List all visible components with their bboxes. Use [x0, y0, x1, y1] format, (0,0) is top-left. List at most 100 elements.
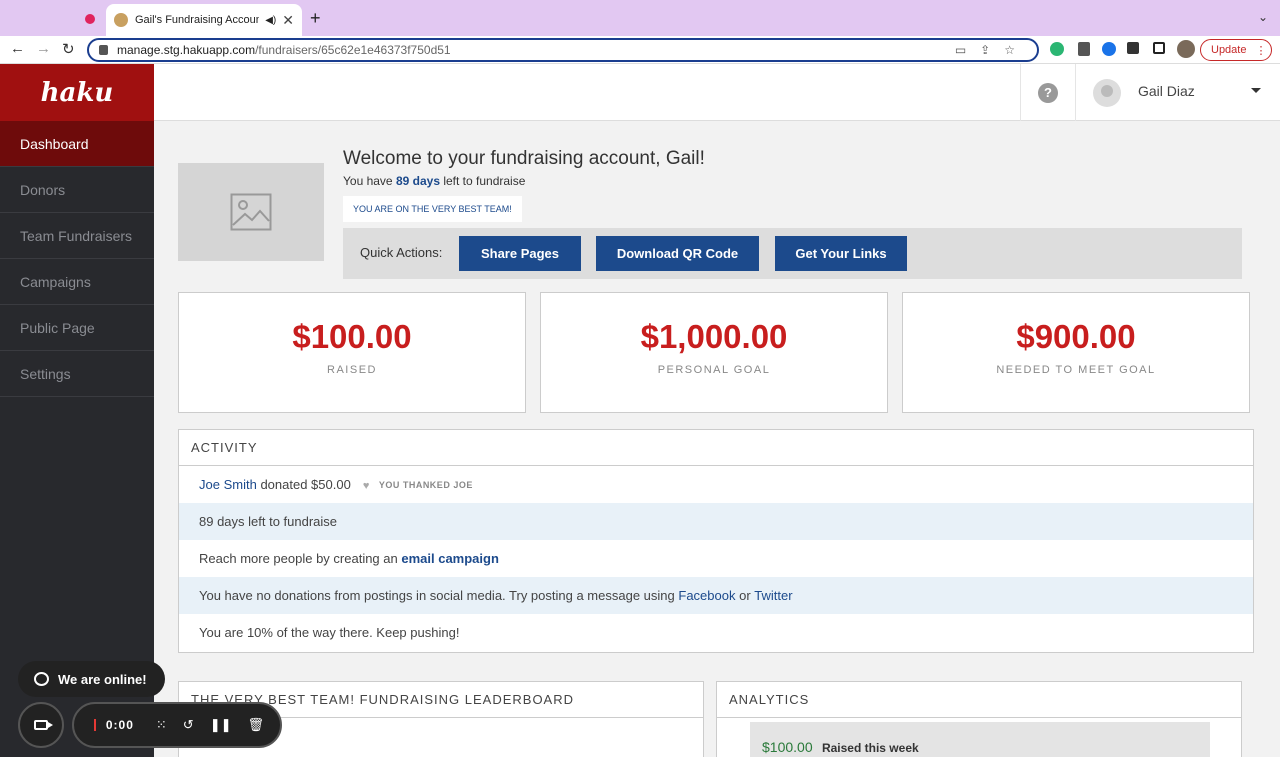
analytics-label: Raised this week	[821, 741, 919, 755]
stat-label: PERSONAL GOAL	[657, 364, 771, 376]
team-badge[interactable]: YOU ARE ON THE VERY BEST TEAM!	[343, 196, 522, 222]
sidebar-item-donors[interactable]: Donors	[0, 167, 154, 213]
quick-actions-bar: Quick Actions: Share Pages Download QR C…	[343, 228, 1242, 279]
heart-icon: ♥	[362, 479, 370, 492]
activity-row-donation: Joe Smith donated $50.00 ♥ YOU THANKED J…	[179, 466, 1253, 503]
days-suffix: left to fundraise	[443, 174, 526, 188]
grid-dots-icon[interactable]: ⁙	[156, 717, 167, 733]
recording-controls: 0:00 ⁙ ↺ ❚❚ 🗑	[72, 702, 282, 748]
twitter-link[interactable]: Twitter	[754, 588, 792, 603]
profile-image-placeholder[interactable]	[178, 163, 324, 261]
activity-row-progress: You are 10% of the way there. Keep pushi…	[179, 614, 1253, 651]
analytics-amount: $100.00	[762, 739, 813, 755]
analytics-title: ANALYTICS	[717, 682, 1241, 718]
sidebar-item-campaigns[interactable]: Campaigns	[0, 259, 154, 305]
recording-timer: 0:00	[105, 718, 134, 732]
image-placeholder-icon	[230, 193, 272, 231]
days-prefix: You have	[343, 174, 393, 188]
thanked-label: YOU THANKED JOE	[378, 479, 473, 490]
update-button[interactable]: Update ⋮	[1200, 39, 1272, 61]
url-input[interactable]: manage.stg.hakuapp.com/fundraisers/65c62…	[87, 38, 1039, 62]
new-tab-icon[interactable]: +	[310, 8, 321, 29]
stop-recording-icon[interactable]	[94, 719, 96, 731]
sidebar: haku Dashboard Donors Team Fundraisers C…	[0, 64, 154, 757]
top-header: ? Gail Diaz	[154, 64, 1280, 121]
back-arrow-icon[interactable]: ←	[10, 40, 25, 57]
activity-social-text: You have no donations from postings in s…	[199, 588, 675, 603]
activity-row-days: 89 days left to fundraise	[179, 503, 1253, 540]
welcome-title: Welcome to your fundraising account, Gai…	[343, 148, 705, 169]
recording-toolbar: 0:00 ⁙ ↺ ❚❚ 🗑	[18, 702, 282, 748]
activity-progress-text: You are 10% of the way there. Keep pushi…	[199, 625, 460, 640]
quick-actions-label: Quick Actions:	[360, 245, 443, 260]
days-left-line: You have 89 days left to fundraise	[343, 174, 525, 188]
grammarly-extension-icon[interactable]	[1050, 42, 1064, 56]
donation-text: donated $50.00	[260, 477, 351, 492]
stat-value: $100.00	[292, 318, 412, 355]
stat-value: $900.00	[1016, 318, 1136, 355]
user-avatar[interactable]	[1093, 79, 1121, 107]
tab-audio-icon[interactable]: ◀)	[265, 15, 276, 26]
edit-extension-icon[interactable]	[1078, 42, 1090, 56]
pause-icon[interactable]: ❚❚	[210, 717, 232, 733]
activity-row-social: You have no donations from postings in s…	[179, 577, 1253, 614]
analytics-panel: ANALYTICS $100.00 Raised this week	[716, 681, 1242, 757]
omnibox-actions-icons[interactable]: ▭⇪☆	[955, 43, 1029, 57]
stat-label: NEEDED TO MEET GOAL	[996, 364, 1156, 376]
download-qr-code-button[interactable]: Download QR Code	[596, 236, 759, 271]
tab-close-icon[interactable]: ✕	[282, 12, 294, 29]
tab-title: Gail's Fundraising Account	[135, 14, 260, 26]
blue-extension-icon[interactable]	[1102, 42, 1116, 56]
stat-card-personal-goal: $1,000.00 PERSONAL GOAL	[540, 292, 888, 413]
email-campaign-link[interactable]: email campaign	[401, 551, 499, 566]
profile-avatar[interactable]	[1177, 40, 1195, 58]
share-pages-button[interactable]: Share Pages	[459, 236, 581, 271]
user-menu-caret-icon[interactable]	[1251, 88, 1261, 93]
activity-title: ACTIVITY	[179, 430, 1253, 466]
restart-icon[interactable]: ↺	[183, 717, 194, 733]
chat-bubble-icon	[34, 672, 49, 686]
stat-card-raised: $100.00 RAISED	[178, 292, 526, 413]
extensions-puzzle-icon[interactable]	[1127, 42, 1139, 54]
haku-logo[interactable]: haku	[0, 64, 154, 121]
browser-address-bar: ← → ↻ manage.stg.hakuapp.com/fundraisers…	[0, 36, 1280, 64]
browser-tab-bar: Gail's Fundraising Account ◀) ✕ + ⌄	[0, 0, 1280, 36]
tab-search-chevron-icon[interactable]: ⌄	[1258, 10, 1268, 24]
chat-widget-button[interactable]: We are online!	[18, 661, 165, 697]
camera-toggle-button[interactable]	[18, 702, 64, 748]
lock-icon	[99, 45, 108, 55]
video-camera-icon	[34, 720, 53, 730]
donor-link[interactable]: Joe Smith	[199, 477, 257, 492]
stat-value: $1,000.00	[640, 318, 788, 355]
forward-arrow-icon[interactable]: →	[36, 40, 51, 57]
menu-dots-icon: ⋮	[1255, 44, 1267, 57]
get-your-links-button[interactable]: Get Your Links	[775, 236, 907, 271]
help-button[interactable]: ?	[1020, 64, 1076, 121]
stat-card-needed: $900.00 NEEDED TO MEET GOAL	[902, 292, 1250, 413]
url-host: manage.stg.hakuapp.com	[117, 43, 256, 57]
sidebar-item-settings[interactable]: Settings	[0, 351, 154, 397]
chat-label: We are online!	[58, 671, 147, 687]
side-panel-icon[interactable]	[1153, 42, 1165, 54]
stat-label: RAISED	[327, 364, 377, 376]
activity-panel: ACTIVITY Joe Smith donated $50.00 ♥ YOU …	[178, 429, 1254, 653]
activity-row-email: Reach more people by creating an email c…	[179, 540, 1253, 577]
url-path: /fundraisers/65c62e1e46373f750d51	[255, 43, 451, 57]
browser-tab[interactable]: Gail's Fundraising Account ◀) ✕	[106, 4, 302, 36]
days-value: 89 days	[395, 174, 440, 188]
activity-days-text: 89 days left to fundraise	[199, 514, 338, 529]
analytics-weekly-box: $100.00 Raised this week	[750, 722, 1210, 757]
activity-email-text: Reach more people by creating an	[199, 551, 398, 566]
help-icon: ?	[1038, 82, 1058, 103]
sidebar-item-team-fundraisers[interactable]: Team Fundraisers	[0, 213, 154, 259]
activity-or-text: or	[739, 588, 751, 603]
update-label: Update	[1211, 44, 1247, 56]
reload-icon[interactable]: ↻	[62, 40, 75, 58]
sidebar-item-dashboard[interactable]: Dashboard	[0, 121, 154, 167]
tab-favicon-icon	[114, 13, 128, 27]
facebook-link[interactable]: Facebook	[678, 588, 735, 603]
recording-indicator-icon	[85, 14, 95, 24]
user-name[interactable]: Gail Diaz	[1138, 83, 1195, 99]
delete-trash-icon[interactable]: 🗑	[247, 717, 264, 733]
sidebar-item-public-page[interactable]: Public Page	[0, 305, 154, 351]
